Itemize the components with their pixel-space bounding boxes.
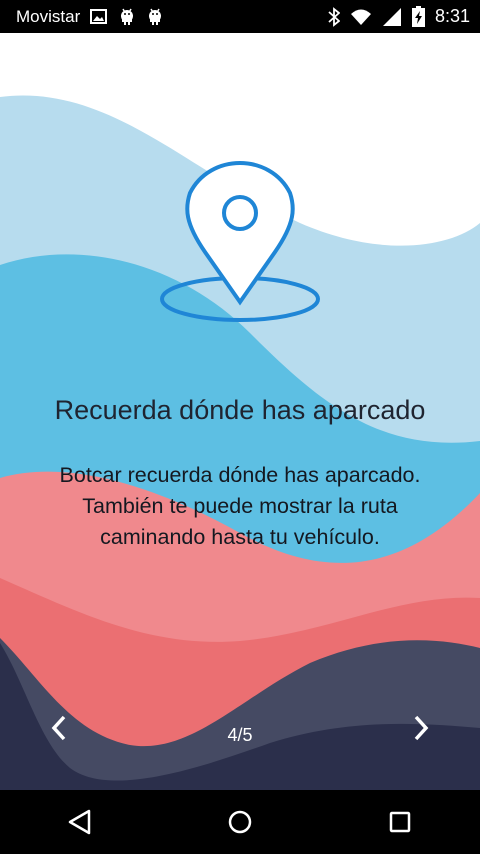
- wifi-icon: [350, 9, 371, 25]
- next-button[interactable]: [386, 693, 456, 763]
- home-icon: [228, 810, 252, 834]
- recents-icon: [389, 811, 411, 833]
- status-bar: Movistar 8:31: [0, 0, 480, 33]
- chevron-right-icon: [414, 715, 429, 741]
- signal-icon: [382, 7, 401, 26]
- android-icon: [121, 8, 134, 25]
- image-icon: [90, 9, 108, 24]
- navigation-bar: [0, 790, 480, 854]
- carrier-name: Movistar: [16, 6, 81, 26]
- slide-description: Botcar recuerda dónde has aparcado. Tamb…: [59, 463, 421, 549]
- back-icon: [68, 809, 91, 835]
- battery-charging-icon: [411, 6, 425, 27]
- android-icon: [149, 8, 162, 25]
- back-button[interactable]: [50, 792, 110, 852]
- slide-title: Recuerda dónde has aparcado: [54, 395, 426, 425]
- recents-button[interactable]: [370, 792, 430, 852]
- home-button[interactable]: [210, 792, 270, 852]
- bluetooth-icon: [328, 6, 340, 27]
- onboarding-slide: Recuerda dónde has aparcado Botcar recue…: [0, 33, 480, 790]
- clock: 8:31: [434, 6, 470, 26]
